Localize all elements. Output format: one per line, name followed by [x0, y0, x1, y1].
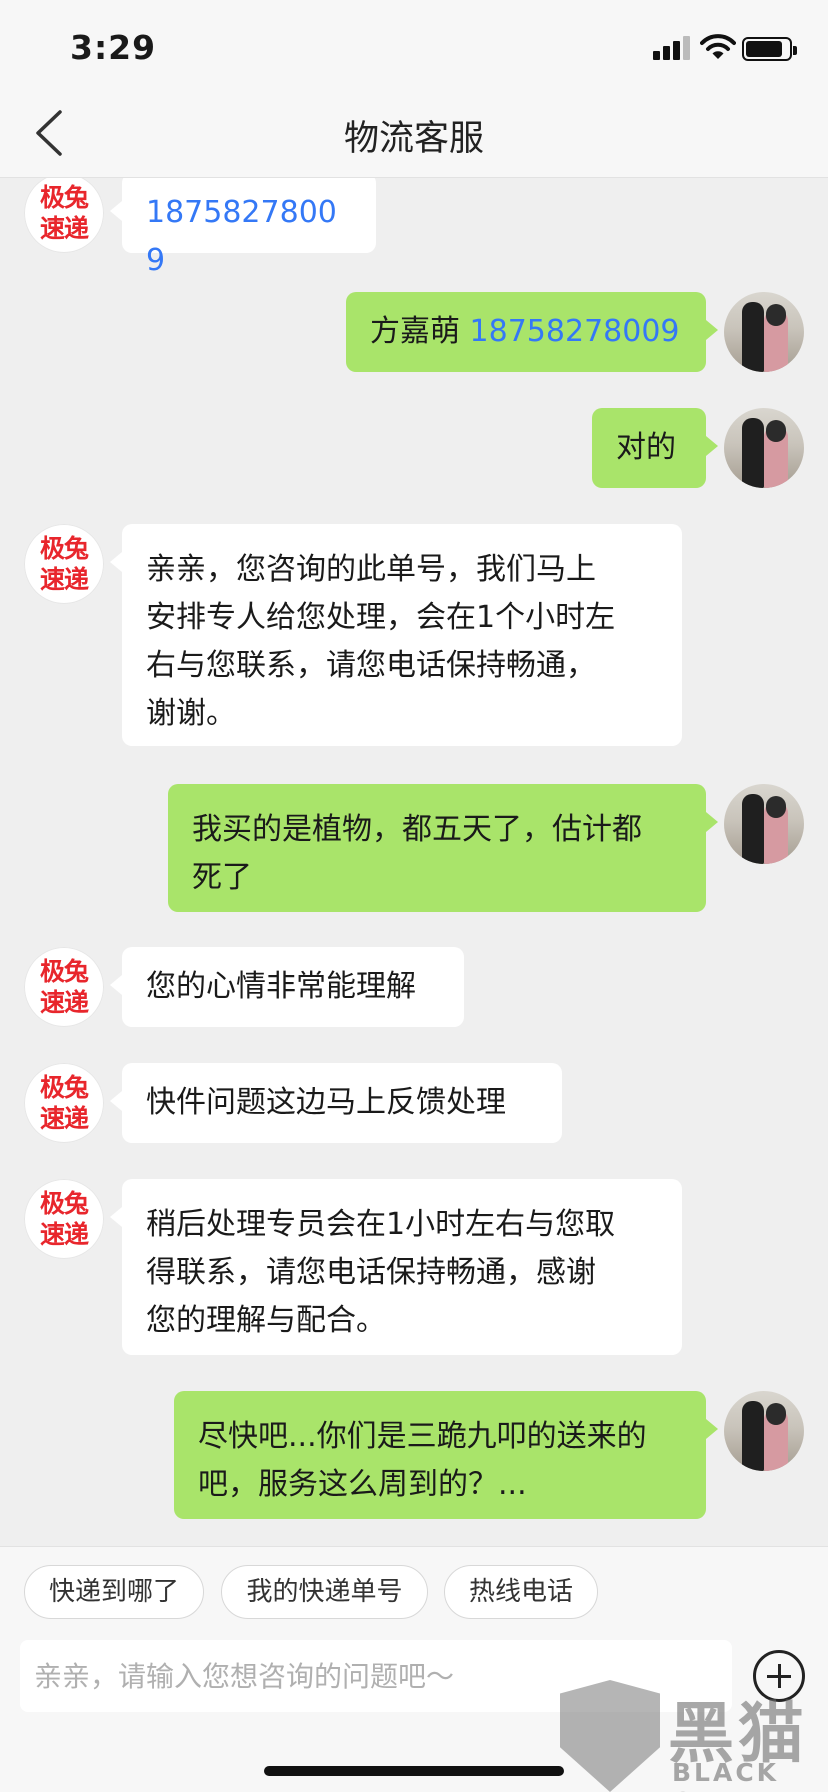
message-bubble[interactable]: 亲亲，您咨询的此单号，我们马上 安排专人给您处理，会在1个小时左 右与您联系，请…: [110, 524, 682, 746]
message-line: 我买的是植物，都五天了，估计都: [192, 812, 642, 847]
message-bubble[interactable]: 稍后处理专员会在1小时左右与您取 得联系，请您电话保持畅通，感谢 您的理解与配合…: [110, 1179, 682, 1355]
status-time: 3:29: [70, 28, 157, 67]
message-line: 谢谢。: [146, 696, 236, 731]
message-line: 得联系，请您电话保持畅通，感谢: [146, 1255, 596, 1290]
wifi-icon: [700, 34, 736, 59]
home-indicator: [264, 1766, 564, 1776]
message-text: 您的心情非常能理解: [146, 969, 416, 1004]
contact-name: 方嘉萌: [370, 314, 460, 349]
user-avatar[interactable]: [724, 1391, 804, 1471]
message-line: 吧，服务这么周到的？...: [198, 1467, 527, 1502]
quick-reply-where-is-package[interactable]: 快递到哪了: [24, 1565, 204, 1619]
brand-logo-line: 速递: [39, 1220, 89, 1249]
status-bar: 3:29: [0, 0, 828, 88]
message-line: 稍后处理专员会在1小时左右与您取: [146, 1207, 616, 1242]
plus-circle-icon[interactable]: [753, 1650, 805, 1702]
cellular-signal-icon: [653, 36, 693, 60]
message-line: 您的理解与配合。: [146, 1303, 386, 1338]
brand-logo-line: 速递: [39, 1104, 89, 1133]
brand-logo-line: 极兔: [39, 1073, 89, 1102]
phone-number-link[interactable]: 18758278009: [470, 314, 680, 349]
brand-logo-avatar[interactable]: 极兔 速递: [24, 947, 104, 1027]
message-bubble[interactable]: 尽快吧...你们是三跪九叩的送来的 吧，服务这么周到的？...: [174, 1391, 718, 1519]
user-avatar[interactable]: [724, 784, 804, 864]
message-line: 亲亲，您咨询的此单号，我们马上: [146, 552, 596, 587]
page-title: 物流客服: [343, 119, 484, 159]
brand-logo-line: 速递: [39, 565, 89, 594]
nav-bar: 物流客服: [0, 88, 828, 178]
message-line: 尽快吧...你们是三跪九叩的送来的: [198, 1419, 647, 1454]
message-input[interactable]: [20, 1640, 732, 1712]
brand-logo-avatar[interactable]: 极兔 速递: [24, 524, 104, 604]
brand-logo-avatar[interactable]: 极兔 速递: [24, 1179, 104, 1259]
brand-logo-line: 极兔: [39, 957, 89, 986]
quick-reply-hotline[interactable]: 热线电话: [444, 1565, 598, 1619]
message-line: 安排专人给您处理，会在1个小时左: [146, 600, 616, 635]
input-bar: [0, 1636, 828, 1792]
message-text: 对的: [616, 430, 676, 465]
message-bubble[interactable]: 您的心情非常能理解: [110, 947, 464, 1027]
message-bubble[interactable]: 方嘉萌 18758278009: [346, 292, 718, 372]
phone-number-link[interactable]: 18758278009: [146, 195, 337, 278]
brand-logo-line: 速递: [39, 988, 89, 1017]
message-line: 右与您联系，请您电话保持畅通，: [146, 648, 596, 683]
brand-logo-line: 极兔: [39, 183, 89, 212]
brand-logo-avatar[interactable]: 极兔 速递: [24, 178, 104, 253]
message-line: 死了: [192, 860, 252, 895]
message-bubble[interactable]: 快件问题这边马上反馈处理: [110, 1063, 562, 1143]
brand-logo-line: 速递: [39, 214, 89, 243]
message-bubble[interactable]: 18758278009: [110, 178, 376, 278]
message-bubble[interactable]: 我买的是植物，都五天了，估计都 死了: [168, 784, 718, 912]
quick-reply-tracking-number[interactable]: 我的快递单号: [221, 1565, 428, 1619]
brand-logo-avatar[interactable]: 极兔 速递: [24, 1063, 104, 1143]
quick-reply-bar: 快递到哪了 我的快递单号 热线电话: [0, 1546, 828, 1636]
message-bubble[interactable]: 对的: [592, 408, 718, 488]
brand-logo-line: 极兔: [39, 534, 89, 563]
chat-message-list[interactable]: 极兔 速递 18758278009 方嘉萌 18758278009 对的 极兔 速递…: [0, 178, 828, 1546]
message-text: 快件问题这边马上反馈处理: [146, 1085, 506, 1120]
user-avatar[interactable]: [724, 408, 804, 488]
brand-logo-line: 极兔: [39, 1189, 89, 1218]
battery-icon: [742, 37, 797, 61]
user-avatar[interactable]: [724, 292, 804, 372]
